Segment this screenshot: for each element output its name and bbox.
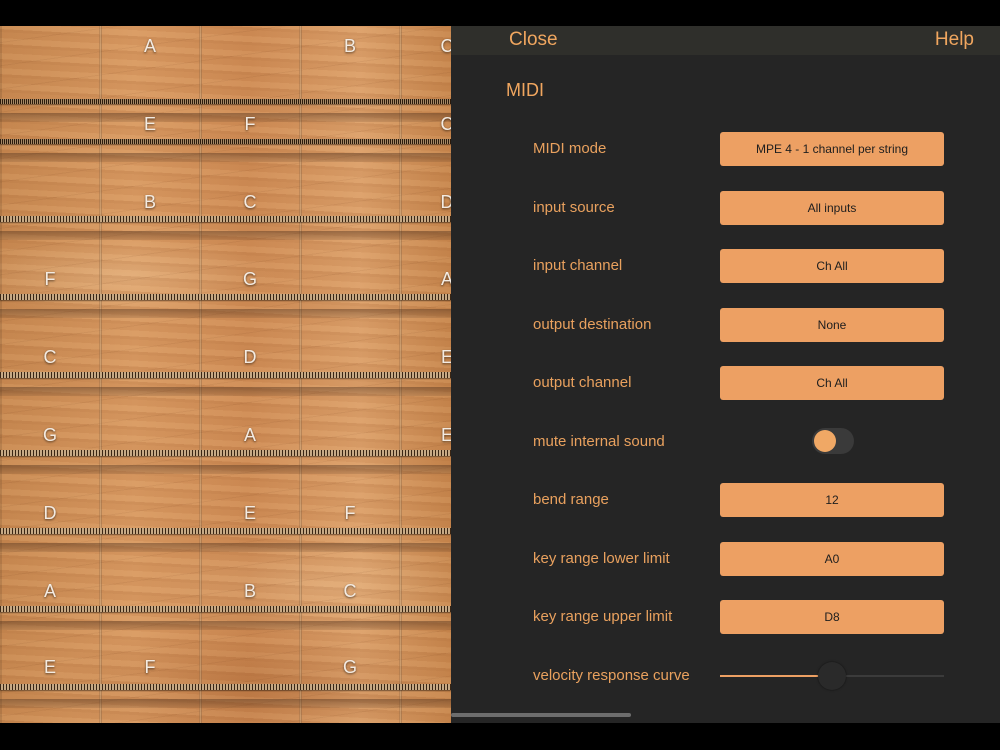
row-label: mute internal sound bbox=[533, 433, 665, 450]
key-range-upper-button[interactable]: D8 bbox=[720, 600, 944, 634]
note-label: F bbox=[344, 503, 356, 523]
string-row[interactable]: E F G bbox=[0, 612, 451, 708]
input-channel-row: input channel Ch All bbox=[451, 249, 1000, 283]
slider-fill bbox=[720, 675, 832, 677]
key-range-lower-row: key range lower limit A0 bbox=[451, 542, 1000, 576]
string-row[interactable]: C D E bbox=[0, 300, 451, 396]
settings-panel: Close Help MIDI MIDI mode MPE 4 - 1 chan… bbox=[451, 26, 1000, 723]
note-label: C bbox=[440, 36, 452, 56]
row-label: key range lower limit bbox=[533, 550, 670, 567]
row-label: bend range bbox=[533, 491, 609, 508]
key-range-upper-row: key range upper limit D8 bbox=[451, 600, 1000, 634]
string bbox=[0, 684, 451, 690]
input-channel-button[interactable]: Ch All bbox=[720, 249, 944, 283]
note-label: D bbox=[243, 347, 257, 367]
toggle-knob bbox=[814, 430, 836, 452]
midi-mode-button[interactable]: MPE 4 - 1 channel per string bbox=[720, 132, 944, 166]
string-row[interactable]: D E F bbox=[0, 456, 451, 552]
string-row[interactable]: A B C bbox=[0, 534, 451, 630]
note-label: E bbox=[440, 347, 451, 367]
note-label: A bbox=[43, 581, 57, 601]
fretboard[interactable]: A B C E F C B C D F G A C D E G A E D E … bbox=[0, 26, 451, 723]
string-row[interactable]: E F C bbox=[0, 66, 452, 162]
note-label: C bbox=[343, 581, 357, 601]
key-range-lower-button[interactable]: A0 bbox=[720, 542, 944, 576]
note-label: E bbox=[440, 425, 451, 445]
note-label: A bbox=[243, 425, 257, 445]
note-label: C bbox=[43, 347, 57, 367]
row-label: input channel bbox=[533, 257, 623, 274]
velocity-response-row: velocity response curve bbox=[451, 659, 1000, 693]
note-label: D bbox=[440, 192, 452, 212]
help-button[interactable]: Help bbox=[935, 29, 974, 51]
output-destination-row: output destination None bbox=[451, 308, 1000, 342]
input-source-row: input source All inputs bbox=[451, 191, 1000, 225]
output-channel-button[interactable]: Ch All bbox=[720, 366, 944, 400]
note-label: C bbox=[440, 114, 452, 134]
row-label: output destination bbox=[533, 316, 652, 333]
note-label: G bbox=[242, 269, 258, 289]
bend-range-button[interactable]: 12 bbox=[720, 483, 944, 517]
mute-internal-sound-row: mute internal sound bbox=[451, 425, 1000, 459]
panel-top-bar: Close Help bbox=[451, 26, 1000, 55]
scroll-indicator bbox=[451, 713, 631, 717]
section-title: MIDI bbox=[506, 80, 544, 100]
note-label: E bbox=[43, 657, 57, 677]
note-label: D bbox=[43, 503, 57, 523]
note-label: G bbox=[42, 425, 58, 445]
midi-mode-row: MIDI mode MPE 4 - 1 channel per string bbox=[451, 132, 1000, 166]
note-label: F bbox=[144, 657, 156, 677]
string-row[interactable]: B C D bbox=[0, 144, 452, 240]
string-row[interactable]: G A E bbox=[0, 378, 451, 474]
app-screen: A B C E F C B C D F G A C D E G A E D E … bbox=[0, 26, 1000, 723]
slider-thumb[interactable] bbox=[818, 662, 846, 690]
note-label: E bbox=[243, 503, 257, 523]
row-label: key range upper limit bbox=[533, 608, 673, 625]
note-label: C bbox=[243, 192, 257, 212]
input-source-button[interactable]: All inputs bbox=[720, 191, 944, 225]
row-label: output channel bbox=[533, 374, 632, 391]
note-label: A bbox=[143, 36, 157, 56]
note-label: A bbox=[440, 269, 451, 289]
row-label: MIDI mode bbox=[533, 140, 607, 157]
note-label: F bbox=[244, 114, 256, 134]
row-label: velocity response curve bbox=[533, 667, 690, 684]
output-channel-row: output channel Ch All bbox=[451, 366, 1000, 400]
close-button[interactable]: Close bbox=[509, 29, 558, 51]
string-shadow bbox=[0, 699, 451, 708]
note-label: E bbox=[143, 114, 157, 134]
output-destination-button[interactable]: None bbox=[720, 308, 944, 342]
note-label: B bbox=[243, 581, 257, 601]
bend-range-row: bend range 12 bbox=[451, 483, 1000, 517]
mute-internal-sound-toggle[interactable] bbox=[812, 428, 854, 454]
note-label: B bbox=[143, 192, 157, 212]
note-label: F bbox=[44, 269, 56, 289]
velocity-response-slider[interactable] bbox=[720, 659, 944, 693]
row-label: input source bbox=[533, 199, 615, 216]
note-label: G bbox=[342, 657, 358, 677]
string-row[interactable]: F G A bbox=[0, 222, 451, 318]
note-label: B bbox=[343, 36, 357, 56]
